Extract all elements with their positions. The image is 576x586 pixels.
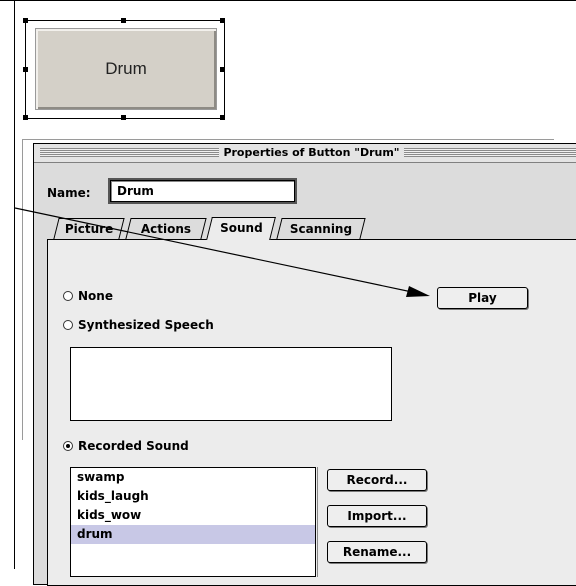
tab-sound-label: Sound — [219, 221, 263, 235]
callout-arrow — [14, 207, 430, 297]
tab-sound[interactable]: Sound — [206, 217, 276, 240]
